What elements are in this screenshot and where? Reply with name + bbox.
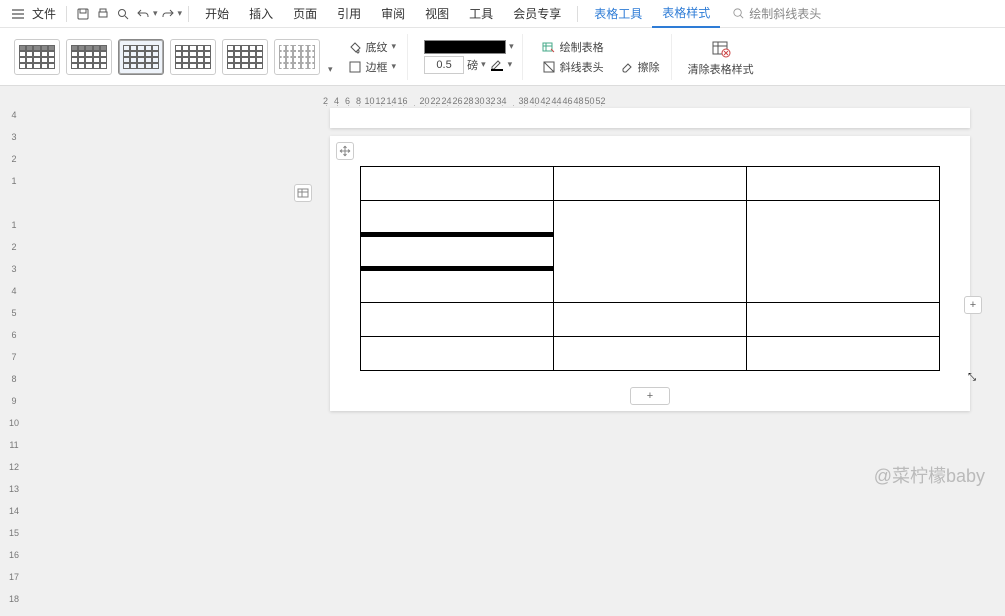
table-row [361, 337, 940, 371]
ribbon: ▾ 底纹▾ 边框▾ ▾ 0.5 磅 ▾ ▾ 绘制表格 [0, 28, 1005, 86]
horizontal-ruler: 2468101214162022242628303234384042444648… [320, 90, 1005, 106]
line-weight[interactable]: 0.5 [424, 56, 464, 74]
table-style-gallery: ▾ [14, 39, 333, 75]
line-style-dropdown[interactable]: ▾ [509, 41, 514, 52]
style-thumb-6[interactable] [274, 39, 320, 75]
save-icon[interactable] [75, 6, 91, 22]
style-thumb-2[interactable] [66, 39, 112, 75]
eraser-icon [620, 60, 634, 74]
line-group: ▾ 0.5 磅 ▾ ▾ [416, 34, 523, 80]
undo-dropdown[interactable]: ▾ [153, 8, 158, 19]
table-row [361, 167, 940, 201]
style-thumb-5[interactable] [222, 39, 268, 75]
clear-style-button[interactable]: 清除表格样式 [680, 37, 762, 77]
line-style-picker[interactable] [424, 40, 506, 54]
pen-color-icon[interactable] [489, 58, 505, 72]
search-box[interactable]: 绘制斜线表头 [732, 5, 821, 22]
style-thumb-3[interactable] [118, 39, 164, 75]
search-icon [732, 7, 745, 20]
diagonal-header-button[interactable]: 斜线表头 [539, 58, 607, 76]
pen-color-dropdown[interactable]: ▾ [508, 59, 513, 70]
border-button[interactable]: 边框▾ [345, 58, 400, 76]
style-thumb-1[interactable] [14, 39, 60, 75]
tab-tools[interactable]: 工具 [459, 0, 503, 28]
draw-table-button[interactable]: 绘制表格 [539, 38, 663, 56]
tab-table-tools[interactable]: 表格工具 [584, 0, 652, 28]
tab-view[interactable]: 视图 [415, 0, 459, 28]
row-options-handle[interactable] [294, 184, 312, 202]
print-icon[interactable] [95, 6, 111, 22]
page: + ⤡ + [330, 136, 970, 411]
eraser-button[interactable]: 擦除 [617, 58, 663, 76]
draw-group: 绘制表格 斜线表头 擦除 [531, 34, 672, 80]
vertical-ruler: 4321123456789101112131415161718 [6, 110, 22, 500]
table-row [361, 201, 940, 235]
separator [577, 6, 578, 22]
add-row-handle[interactable]: + [630, 387, 670, 405]
table-move-handle[interactable] [336, 142, 354, 160]
add-column-handle[interactable]: + [964, 296, 982, 314]
tab-reference[interactable]: 引用 [327, 0, 371, 28]
table-row [361, 303, 940, 337]
search-placeholder: 绘制斜线表头 [749, 5, 821, 22]
separator [188, 6, 189, 22]
table-resize-handle[interactable]: ⤡ [968, 372, 976, 383]
hamburger-icon[interactable] [10, 6, 26, 22]
diagonal-icon [542, 60, 556, 74]
shading-button[interactable]: 底纹▾ [345, 38, 400, 56]
document-area: + ⤡ + [310, 106, 989, 500]
tab-insert[interactable]: 插入 [239, 0, 283, 28]
line-unit: 磅 [467, 57, 478, 73]
style-thumb-4[interactable] [170, 39, 216, 75]
file-menu[interactable]: 文件 [28, 0, 60, 28]
clear-style-icon [710, 37, 732, 59]
shading-border-group: 底纹▾ 边框▾ [337, 34, 409, 80]
style-gallery-more[interactable]: ▾ [328, 64, 333, 75]
separator [66, 6, 67, 22]
menu-bar: 文件 ▾ ▾ 开始 插入 页面 引用 审阅 视图 工具 会员专享 表格工具 表格… [0, 0, 1005, 28]
tab-page[interactable]: 页面 [283, 0, 327, 28]
redo-icon[interactable] [160, 6, 176, 22]
bucket-icon [348, 40, 362, 54]
preview-icon[interactable] [115, 6, 131, 22]
border-icon [348, 60, 362, 74]
document-table[interactable] [360, 166, 940, 371]
draw-table-icon [542, 40, 556, 54]
more-dropdown[interactable]: ▾ [178, 8, 183, 19]
tab-review[interactable]: 审阅 [371, 0, 415, 28]
undo-icon[interactable] [135, 6, 151, 22]
line-weight-dropdown[interactable]: ▾ [481, 59, 486, 70]
tab-member[interactable]: 会员专享 [503, 0, 571, 28]
tab-table-style[interactable]: 表格样式 [652, 0, 720, 28]
page-prev-edge [330, 108, 970, 128]
tab-start[interactable]: 开始 [195, 0, 239, 28]
